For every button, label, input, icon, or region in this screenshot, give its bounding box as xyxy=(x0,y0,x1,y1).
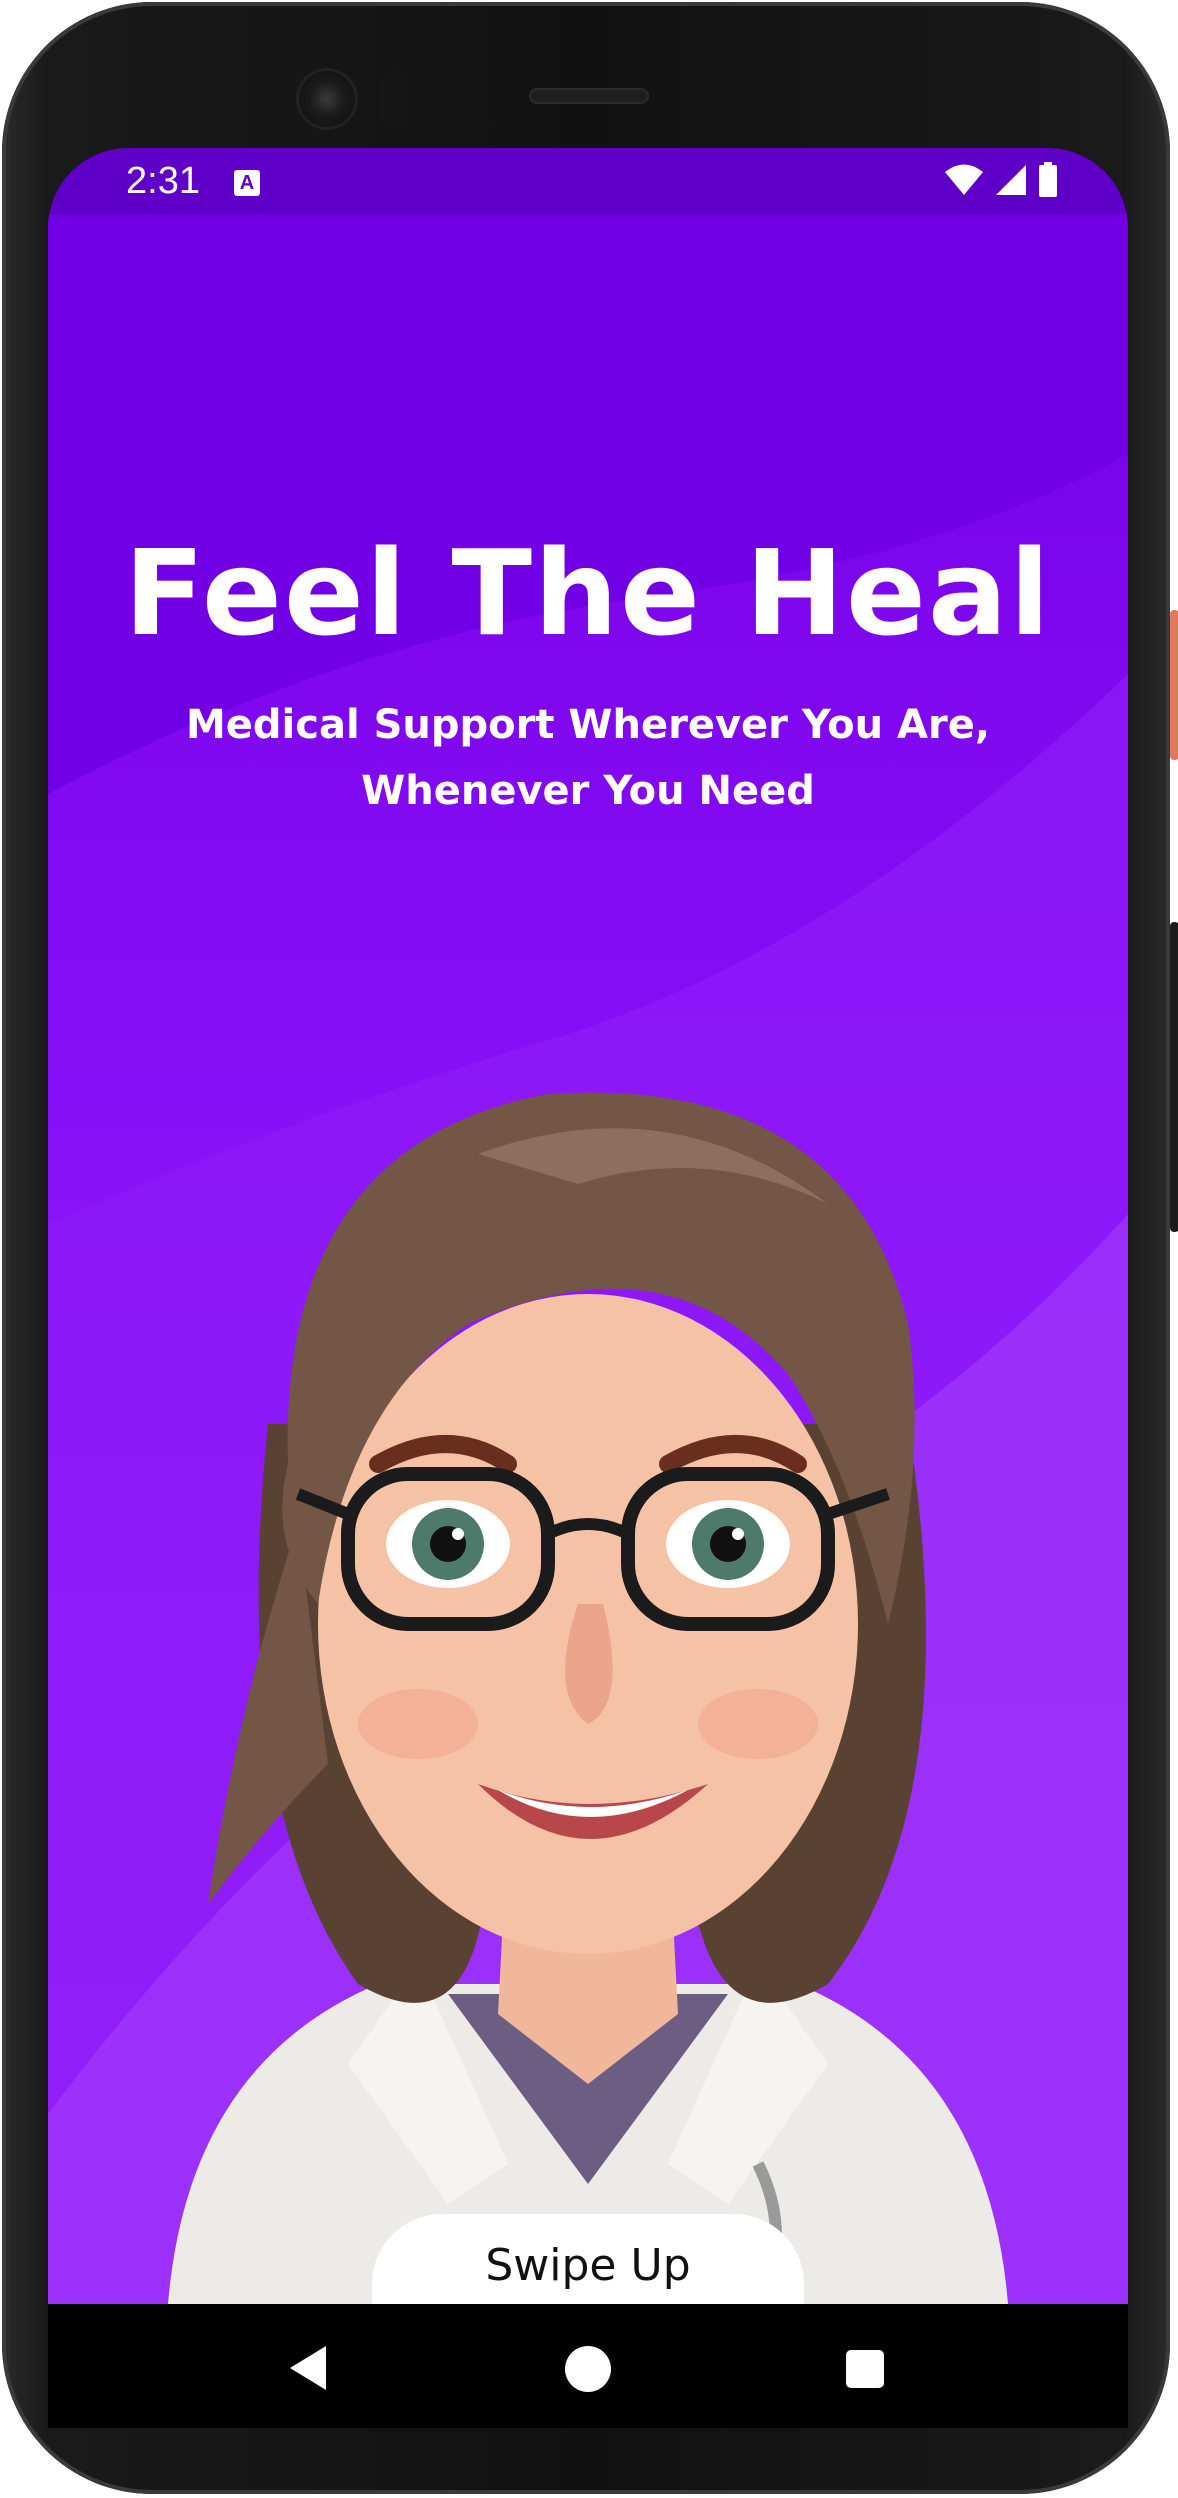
phone-frame: 2:31 A Feel The Heal Medical Support Whe… xyxy=(2,2,1178,2494)
back-icon[interactable] xyxy=(288,2344,328,2392)
a-badge-icon: A xyxy=(234,170,260,196)
splash-screen[interactable]: Feel The Heal Medical Support Wherever Y… xyxy=(48,214,1128,2304)
swipe-up-button[interactable]: Swipe Up xyxy=(372,2214,804,2304)
power-button xyxy=(1170,610,1178,760)
subtitle: Medical Support Wherever You Are, Whenev… xyxy=(48,692,1128,824)
signal-icon xyxy=(996,165,1026,195)
doctor-avatar-illustration xyxy=(168,1092,1008,2304)
subtitle-line-2: Whenever You Need xyxy=(361,768,815,814)
screen: 2:31 A Feel The Heal Medical Support Whe… xyxy=(48,148,1128,2428)
subtitle-line-1: Medical Support Wherever You Are, xyxy=(185,702,991,748)
home-icon[interactable] xyxy=(565,2346,611,2392)
proximity-sensor xyxy=(380,70,408,128)
wifi-icon xyxy=(945,164,983,195)
volume-button xyxy=(1170,922,1178,1232)
battery-icon xyxy=(1039,162,1057,197)
front-camera xyxy=(296,68,358,130)
status-icons xyxy=(944,162,1058,198)
recents-icon[interactable] xyxy=(846,2350,884,2388)
status-time: 2:31 xyxy=(126,160,200,202)
status-bar: 2:31 A xyxy=(48,148,1128,214)
headline: Feel The Heal xyxy=(124,524,1052,662)
earpiece-speaker xyxy=(529,88,649,104)
